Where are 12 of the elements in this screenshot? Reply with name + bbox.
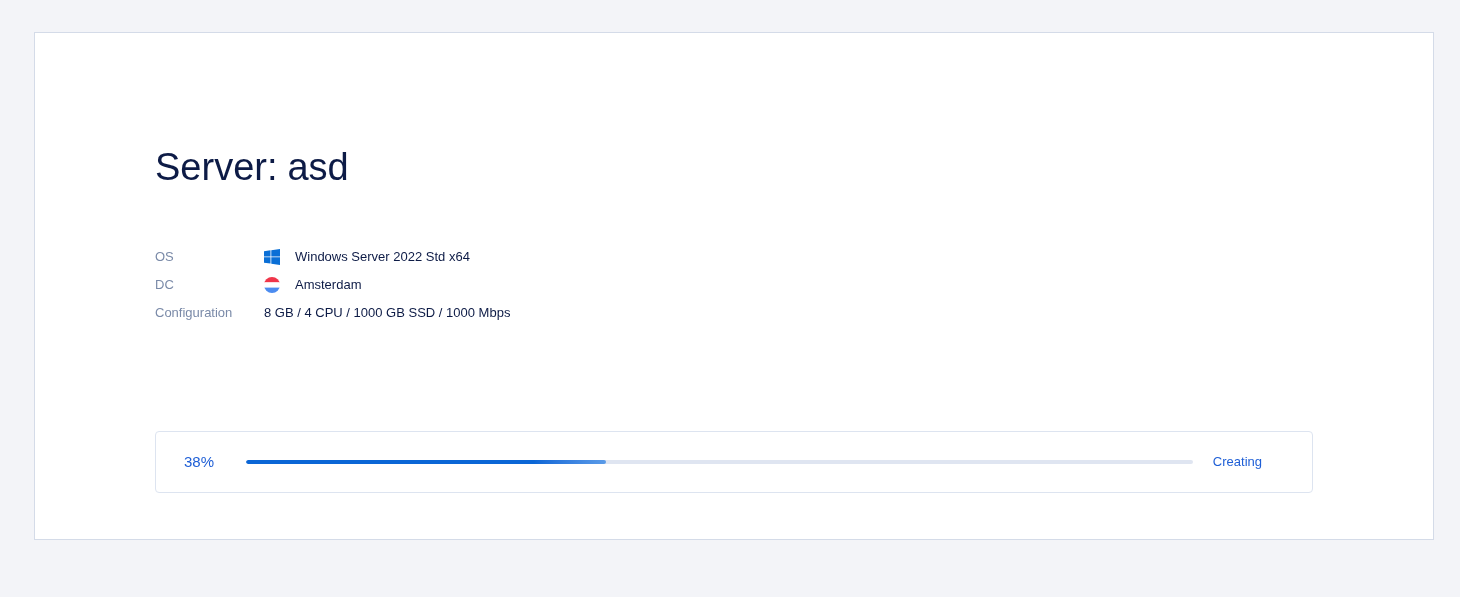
detail-value: Windows Server 2022 Std x64 bbox=[295, 248, 470, 267]
server-name: asd bbox=[287, 145, 349, 190]
progress-percent: 38% bbox=[184, 451, 216, 472]
progress-status: Creating bbox=[1212, 453, 1262, 472]
detail-label: DC bbox=[155, 276, 175, 295]
detail-value: 8 GB / 4 CPU / 1000 GB SSD / 1000 Mbps bbox=[264, 304, 511, 323]
title-label: Server: bbox=[155, 145, 278, 190]
detail-label: Configuration bbox=[155, 304, 234, 323]
windows-icon bbox=[264, 249, 280, 265]
flag-icon bbox=[264, 277, 280, 293]
detail-label: OS bbox=[155, 248, 175, 267]
detail-value: Amsterdam bbox=[295, 276, 362, 295]
